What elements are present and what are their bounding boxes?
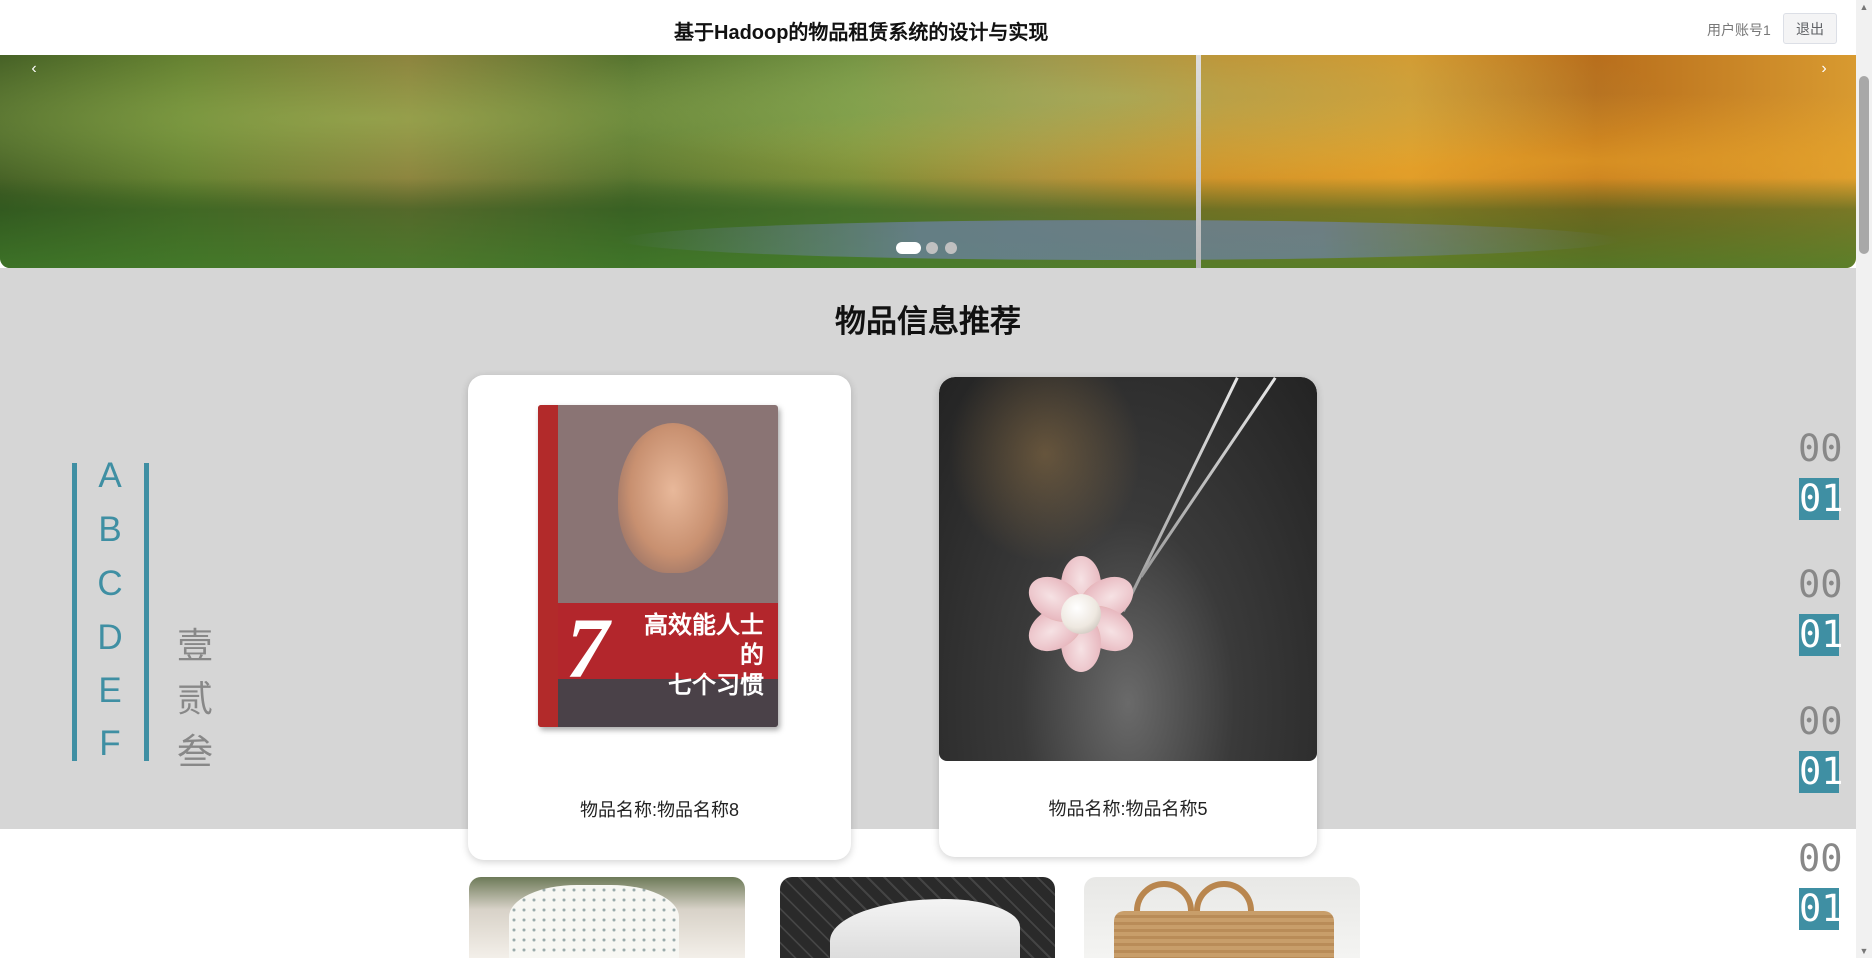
scroll-thumb[interactable] (1859, 76, 1869, 254)
item-card[interactable]: 物品名称:物品名称5 (939, 377, 1317, 857)
counter-bottom: 01 (1799, 887, 1844, 930)
logout-button[interactable]: 退出 (1783, 13, 1837, 44)
decor-letter: C (97, 564, 123, 603)
decor-letter: D (97, 618, 123, 657)
item-thumbnail-dress[interactable] (469, 877, 745, 958)
item-thumbnail-shoe[interactable] (780, 877, 1055, 958)
necklace-chain (1122, 377, 1239, 613)
carousel-dot-3[interactable] (945, 242, 957, 254)
book-title-line: 高效能人士的 (644, 612, 764, 669)
counter-top: 00 (1798, 700, 1843, 743)
decor-letter: E (98, 671, 122, 710)
carousel-prev-icon[interactable]: ‹ (24, 59, 44, 79)
decor-letter: F (99, 724, 121, 763)
page-scrollbar[interactable]: ▲ ▼ (1856, 0, 1872, 958)
decor-cn-number: 贰 (176, 679, 213, 720)
pearl (1061, 594, 1101, 634)
bag-image (1114, 911, 1334, 958)
book-number: 7 (566, 600, 609, 696)
necklace-chain (1139, 377, 1277, 578)
scroll-up-arrow-icon[interactable]: ▲ (1856, 0, 1872, 14)
necklace-image[interactable] (939, 377, 1317, 761)
decor-cn-number: 叁 (176, 732, 213, 773)
counter-top: 00 (1798, 563, 1843, 606)
book-title-line: 七个习惯 (668, 672, 764, 699)
counter-bottom: 01 (1799, 750, 1844, 793)
book-title-text: 高效能人士的 七个习惯 (624, 611, 764, 701)
scroll-down-arrow-icon[interactable]: ▼ (1856, 944, 1872, 958)
counter-bottom: 01 (1799, 477, 1844, 520)
carousel-dot-1[interactable] (896, 242, 921, 254)
decor-letter: B (98, 510, 122, 549)
item-card[interactable]: 7 高效能人士的 七个习惯 物品名称:物品名称8 (468, 375, 851, 860)
recommend-title: 物品信息推荐 (835, 304, 1021, 339)
decor-letter: A (98, 456, 122, 495)
top-header: 基于Hadoop的物品租赁系统的设计与实现 用户账号1 退出 (0, 0, 1856, 55)
decor-bar-left (72, 463, 77, 761)
item-thumbnail-bag[interactable] (1084, 877, 1360, 958)
counter-top: 00 (1798, 837, 1843, 880)
counter-top: 00 (1798, 427, 1843, 470)
banner-path (620, 220, 1620, 260)
carousel-dot-2[interactable] (926, 242, 938, 254)
user-account-label[interactable]: 用户账号1 (1707, 20, 1771, 40)
banner-lamp-post (1196, 55, 1201, 268)
item-name[interactable]: 物品名称:物品名称5 (939, 795, 1317, 821)
decor-bar-right (144, 463, 149, 761)
book-portrait (618, 423, 728, 573)
book-spine (538, 405, 558, 727)
dress-image (509, 885, 679, 958)
site-title: 基于Hadoop的物品租赁系统的设计与实现 (674, 22, 1049, 44)
item-name[interactable]: 物品名称:物品名称8 (468, 796, 851, 822)
book-cover-image[interactable]: 7 高效能人士的 七个习惯 (538, 405, 778, 727)
recommend-section: 物品信息推荐 (0, 268, 1856, 829)
counter-bottom: 01 (1799, 613, 1844, 656)
carousel-next-icon[interactable]: › (1814, 59, 1834, 79)
shoe-image (830, 899, 1020, 958)
banner-carousel: ‹ › (0, 55, 1856, 268)
decor-cn-number: 壹 (176, 626, 213, 667)
